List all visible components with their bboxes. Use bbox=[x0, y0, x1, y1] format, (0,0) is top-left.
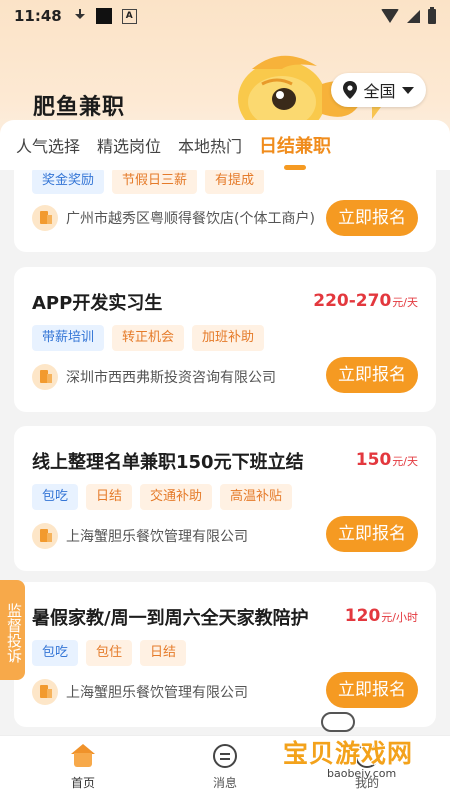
app-title: 肥鱼兼职 bbox=[33, 95, 126, 120]
company-row: 深圳市西西弗斯投资咨询有限公司 bbox=[32, 364, 276, 390]
salary-amount: 150 bbox=[355, 450, 392, 470]
building-icon bbox=[32, 523, 58, 549]
city-label: 全国 bbox=[363, 82, 396, 101]
category-tabs: 人气选择 精选岗位 本地热门 日结兼职 bbox=[0, 120, 450, 170]
watermark-url: baobeiy.com bbox=[327, 767, 397, 780]
tab-daily-pay[interactable]: 日结兼职 bbox=[259, 132, 331, 158]
battery-icon bbox=[428, 6, 436, 24]
salary-amount: 120 bbox=[344, 606, 381, 626]
salary: 150元/天 bbox=[356, 450, 418, 470]
status-bar: 11:48 A bbox=[0, 0, 450, 32]
job-card[interactable]: 线上整理名单兼职150元下班立结 150元/天 包吃 日结 交通补助 高温补贴 … bbox=[14, 426, 436, 571]
salary-unit: 元/小时 bbox=[381, 611, 418, 624]
job-card[interactable]: 奖金奖励 节假日三薪 有提成 广州市越秀区粤顺得餐饮店(个体工商户) 立即报名 bbox=[14, 170, 436, 252]
apply-button[interactable]: 立即报名 bbox=[326, 200, 418, 236]
company-row: 上海蟹胆乐餐饮管理有限公司 bbox=[32, 679, 248, 705]
tab-local-hot[interactable]: 本地热门 bbox=[178, 133, 242, 157]
tag: 包吃 bbox=[32, 640, 79, 666]
apply-button[interactable]: 立即报名 bbox=[326, 357, 418, 393]
salary-amount: 220-270 bbox=[313, 291, 392, 311]
notification-square-icon bbox=[95, 8, 112, 24]
company-name: 上海蟹胆乐餐饮管理有限公司 bbox=[66, 529, 248, 545]
nav-messages-label: 消息 bbox=[212, 776, 237, 790]
apply-button[interactable]: 立即报名 bbox=[326, 516, 418, 552]
complaint-button[interactable]: 监督投诉 bbox=[0, 580, 25, 680]
nav-messages[interactable]: 消息 bbox=[185, 744, 265, 791]
tag: 有提成 bbox=[205, 170, 265, 194]
home-icon bbox=[71, 744, 95, 768]
tag-list: 包吃 包住 日结 bbox=[32, 640, 187, 666]
apply-button[interactable]: 立即报名 bbox=[326, 672, 418, 708]
company-name: 上海蟹胆乐餐饮管理有限公司 bbox=[66, 685, 248, 701]
tag: 包吃 bbox=[32, 484, 79, 510]
job-card[interactable]: 暑假家教/周一到周六全天家教陪护 120元/小时 包吃 包住 日结 上海蟹胆乐餐… bbox=[14, 582, 436, 727]
company-row: 广州市越秀区粤顺得餐饮店(个体工商户) bbox=[32, 205, 315, 231]
tag: 高温补贴 bbox=[220, 484, 293, 510]
building-icon bbox=[32, 679, 58, 705]
tag: 奖金奖励 bbox=[32, 170, 105, 194]
wifi-icon bbox=[381, 9, 399, 23]
company-name: 广州市越秀区粤顺得餐饮店(个体工商户) bbox=[66, 211, 315, 227]
job-title: 线上整理名单兼职150元下班立结 bbox=[32, 452, 304, 473]
nav-home[interactable]: 首页 bbox=[43, 744, 123, 791]
tag: 加班补助 bbox=[192, 325, 265, 351]
a-notification-icon: A bbox=[121, 8, 137, 24]
watermark: 宝贝游戏网 baobeiy.com bbox=[283, 712, 443, 792]
city-selector[interactable]: 全国 bbox=[331, 73, 426, 107]
tag: 日结 bbox=[86, 484, 133, 510]
tag-list: 包吃 日结 交通补助 高温补贴 bbox=[32, 484, 293, 510]
job-list[interactable]: 奖金奖励 节假日三薪 有提成 广州市越秀区粤顺得餐饮店(个体工商户) 立即报名 … bbox=[0, 170, 450, 735]
message-icon bbox=[213, 744, 237, 768]
company-name: 深圳市西西弗斯投资咨询有限公司 bbox=[66, 370, 276, 386]
salary: 220-270元/天 bbox=[313, 291, 418, 311]
signal-icon bbox=[407, 9, 420, 23]
building-icon bbox=[32, 205, 58, 231]
tab-popular[interactable]: 人气选择 bbox=[16, 133, 80, 157]
company-row: 上海蟹胆乐餐饮管理有限公司 bbox=[32, 523, 248, 549]
tag: 节假日三薪 bbox=[112, 170, 198, 194]
tag: 日结 bbox=[140, 640, 187, 666]
building-icon bbox=[32, 364, 58, 390]
job-title: 暑假家教/周一到周六全天家教陪护 bbox=[32, 608, 309, 629]
tab-featured[interactable]: 精选岗位 bbox=[97, 133, 161, 157]
status-time: 11:48 bbox=[14, 7, 62, 25]
location-pin-icon bbox=[343, 81, 358, 99]
nav-home-label: 首页 bbox=[70, 776, 95, 790]
tag-list: 奖金奖励 节假日三薪 有提成 bbox=[32, 170, 265, 194]
tag: 转正机会 bbox=[112, 325, 185, 351]
chevron-down-icon bbox=[401, 86, 414, 94]
job-card[interactable]: APP开发实习生 220-270元/天 带薪培训 转正机会 加班补助 深圳市西西… bbox=[14, 267, 436, 412]
download-icon bbox=[74, 9, 86, 23]
salary-unit: 元/天 bbox=[392, 296, 418, 309]
gamepad-icon bbox=[321, 712, 355, 732]
job-title: APP开发实习生 bbox=[32, 293, 163, 314]
tag: 带薪培训 bbox=[32, 325, 105, 351]
tag: 包住 bbox=[86, 640, 133, 666]
watermark-text: 宝贝游戏网 bbox=[283, 739, 414, 768]
tag: 交通补助 bbox=[140, 484, 213, 510]
tag-list: 带薪培训 转正机会 加班补助 bbox=[32, 325, 265, 351]
salary: 120元/小时 bbox=[345, 606, 418, 626]
salary-unit: 元/天 bbox=[392, 455, 418, 468]
